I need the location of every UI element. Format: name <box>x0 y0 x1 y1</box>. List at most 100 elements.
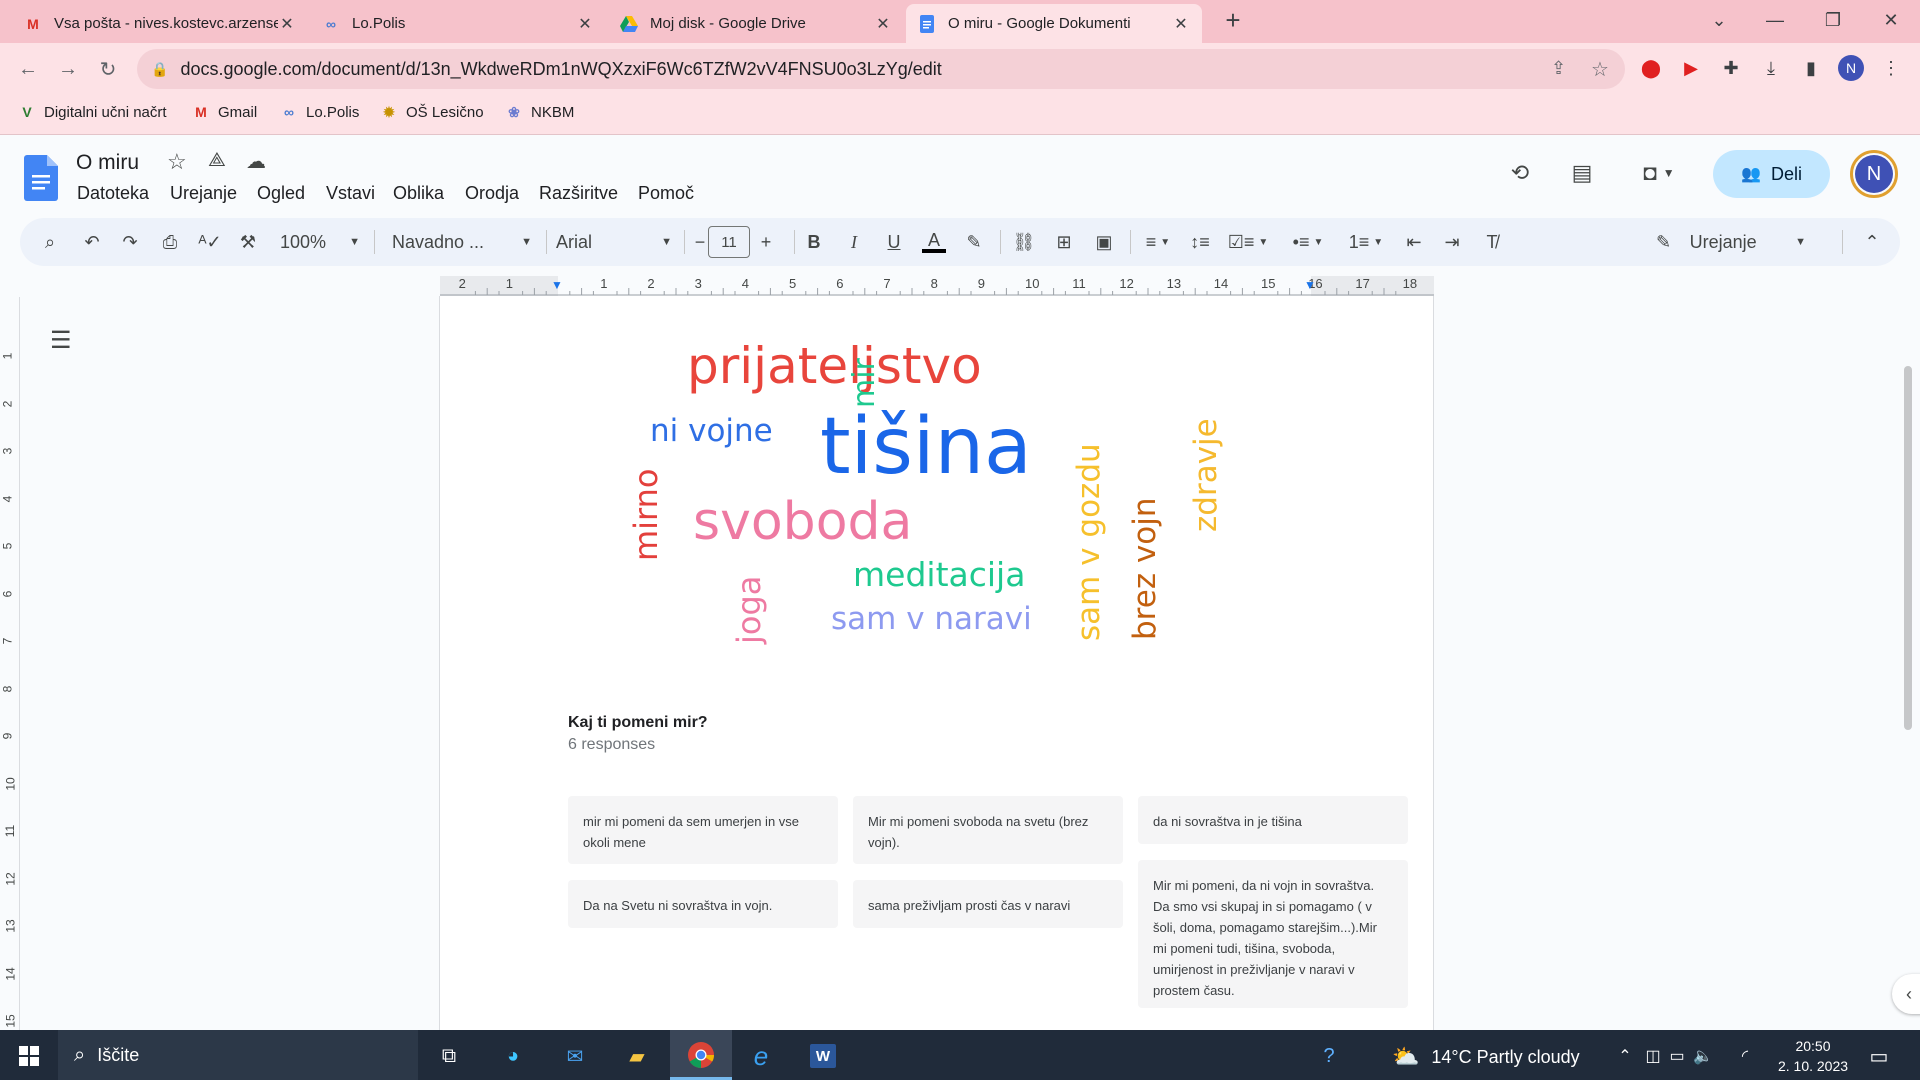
menu-orodja[interactable]: Orodja <box>465 183 519 204</box>
weather-widget[interactable]: ⛅ 14°C Partly cloudy <box>1392 1044 1580 1070</box>
chrome-taskbar-button[interactable] <box>670 1030 732 1080</box>
print-icon[interactable]: ⎙ <box>156 226 184 258</box>
spellcheck-icon[interactable]: ᴬ✓ <box>196 226 224 258</box>
undo-icon[interactable]: ↶ <box>78 226 106 258</box>
move-to-drive-icon[interactable]: ⟁ <box>208 149 226 172</box>
link-icon[interactable]: ⛓ <box>1010 226 1038 258</box>
youtube-icon[interactable]: ▶ <box>1676 53 1706 83</box>
redo-icon[interactable]: ↷ <box>116 226 144 258</box>
close-icon[interactable]: ✕ <box>278 14 296 34</box>
zoom-select[interactable]: 100% ▼ <box>280 226 360 258</box>
bookmark-digitalni[interactable]: V Digitalni učni načrt <box>18 103 166 121</box>
menu-datoteka[interactable]: Datoteka <box>77 183 149 204</box>
close-icon[interactable]: ✕ <box>576 14 594 34</box>
task-view-icon[interactable]: ⧉ <box>432 1039 466 1073</box>
notifications-icon[interactable]: ▭ <box>1862 1039 1896 1073</box>
account-avatar[interactable]: N <box>1850 150 1898 198</box>
share-button[interactable]: 👥 Deli <box>1713 150 1830 198</box>
menu-vstavi[interactable]: Vstavi <box>326 183 375 204</box>
decrease-indent-icon[interactable]: ⇤ <box>1400 226 1428 258</box>
increase-indent-icon[interactable]: ⇥ <box>1438 226 1466 258</box>
right-indent-marker[interactable]: ▼ <box>1304 278 1316 292</box>
vertical-ruler[interactable]: 1 2 3 4 5 6 7 8 9 10 11 12 13 14 15 <box>0 297 20 1030</box>
omnibox[interactable]: 🔒 docs.google.com/document/d/13n_WkdweRD… <box>137 49 1625 89</box>
opera-icon[interactable]: ⬤ <box>1636 53 1666 83</box>
font-size-input[interactable]: 11 <box>708 226 750 258</box>
download-icon[interactable]: ⤓ <box>1756 53 1786 83</box>
bulleted-list-icon[interactable]: •≡ ▼ <box>1286 226 1330 258</box>
tab-search-icon[interactable]: ⌄ <box>1696 0 1742 40</box>
meet-button[interactable]: ◘ ▼ <box>1630 153 1688 193</box>
edge-icon[interactable]: ◕ <box>496 1039 530 1073</box>
windows-start-icon[interactable] <box>12 1039 46 1073</box>
back-icon[interactable]: ← <box>12 53 44 85</box>
document-title[interactable]: O miru <box>76 151 139 175</box>
tab-gmail[interactable]: M Vsa pošta - nives.kostevc.arzensek ✕ <box>12 4 308 43</box>
bookmark-os-lesicno[interactable]: ✹ OŠ Lesično <box>380 103 483 121</box>
underline-icon[interactable]: U <box>880 226 908 258</box>
close-icon[interactable]: ✕ <box>1172 14 1190 34</box>
italic-icon[interactable]: I <box>840 226 868 258</box>
search-icon[interactable]: ⌕ <box>34 226 66 258</box>
side-panel-icon[interactable]: ▮ <box>1796 53 1826 83</box>
paragraph-style-select[interactable]: Navadno ... ▼ <box>392 226 532 258</box>
insert-image-icon[interactable]: ▣ <box>1090 226 1118 258</box>
profile-avatar[interactable]: N <box>1836 53 1866 83</box>
reload-icon[interactable]: ↻ <box>92 53 124 85</box>
file-explorer-icon[interactable]: ▰ <box>620 1039 654 1073</box>
docs-logo-icon[interactable] <box>24 155 58 206</box>
vertical-scrollbar[interactable] <box>1904 366 1912 730</box>
bold-icon[interactable]: B <box>800 226 828 258</box>
extensions-icon[interactable]: ✚ <box>1716 53 1746 83</box>
tab-docs[interactable]: O miru - Google Dokumenti ✕ <box>906 4 1202 43</box>
url-text[interactable]: docs.google.com/document/d/13n_WkdweRDm1… <box>180 59 941 80</box>
menu-ogled[interactable]: Ogled <box>257 183 305 204</box>
clock[interactable]: 20:50 2. 10. 2023 <box>1768 1036 1858 1076</box>
add-comment-icon[interactable]: ⊞ <box>1050 226 1078 258</box>
share-page-icon[interactable]: ⇪ <box>1551 58 1566 79</box>
minimize-icon[interactable]: — <box>1752 0 1798 40</box>
bookmark-nkbm[interactable]: ❀ NKBM <box>505 103 574 121</box>
mail-icon[interactable]: ✉ <box>558 1039 592 1073</box>
numbered-list-icon[interactable]: 1≡ ▼ <box>1344 226 1388 258</box>
document-outline-icon[interactable]: ☰ <box>50 326 72 355</box>
document-page[interactable]: prijateljstvo mir ni vojne tišina zdravj… <box>439 296 1434 1030</box>
tab-drive[interactable]: Moj disk - Google Drive ✕ <box>608 4 904 43</box>
bookmark-gmail[interactable]: M Gmail <box>192 103 257 121</box>
paint-format-icon[interactable]: ⚒ <box>234 226 262 258</box>
menu-pomoc[interactable]: Pomoč <box>638 183 694 204</box>
horizontal-ruler[interactable]: 2 1 1 2 3 4 5 6 7 8 9 10 11 12 13 14 15 16 17 18 ▼ ▼ <box>440 276 1434 296</box>
star-icon[interactable]: ☆ <box>167 149 187 175</box>
word-icon[interactable]: W <box>806 1039 840 1073</box>
left-indent-marker[interactable]: ▼ <box>551 278 563 292</box>
internet-explorer-icon[interactable]: e <box>744 1039 778 1073</box>
comments-icon[interactable]: ▤ <box>1562 153 1602 193</box>
checklist-icon[interactable]: ☑≡ ▼ <box>1226 226 1270 258</box>
collapse-menus-icon[interactable]: ⌃ <box>1858 226 1886 258</box>
editing-mode-select[interactable]: ✎ Urejanje ▼ <box>1656 226 1806 258</box>
text-color-icon[interactable]: A <box>920 226 948 258</box>
menu-razsiritve[interactable]: Razširitve <box>539 183 618 204</box>
taskbar-search[interactable]: ⌕ Iščite <box>58 1030 418 1080</box>
restore-icon[interactable]: ❐ <box>1810 0 1856 40</box>
line-spacing-icon[interactable]: ↕≡ <box>1186 226 1214 258</box>
menu-urejanje[interactable]: Urejanje <box>170 183 237 204</box>
help-icon[interactable]: ? <box>1312 1039 1346 1073</box>
bookmark-star-icon[interactable]: ☆ <box>1591 57 1609 82</box>
wifi-icon[interactable]: ◜ <box>1728 1039 1762 1073</box>
increase-font-size-icon[interactable]: + <box>754 226 778 258</box>
new-tab-button[interactable]: + <box>1210 0 1256 40</box>
clear-formatting-icon[interactable]: T̸ <box>1478 226 1506 258</box>
forward-icon[interactable]: → <box>52 53 84 85</box>
close-icon[interactable]: ✕ <box>874 14 892 34</box>
align-icon[interactable]: ≡ ▼ <box>1138 226 1178 258</box>
tab-lopolis[interactable]: ∞ Lo.Polis ✕ <box>310 4 606 43</box>
version-history-icon[interactable]: ⟲ <box>1500 153 1540 193</box>
font-select[interactable]: Arial ▼ <box>556 226 672 258</box>
volume-icon[interactable]: 🔈 <box>1686 1039 1720 1073</box>
side-panel-toggle-icon[interactable]: ‹ <box>1892 974 1920 1014</box>
menu-oblika[interactable]: Oblika <box>393 183 444 204</box>
browser-menu-icon[interactable]: ⋮ <box>1876 53 1906 83</box>
highlight-icon[interactable]: ✎ <box>960 226 988 258</box>
window-close-icon[interactable]: ✕ <box>1868 0 1914 40</box>
